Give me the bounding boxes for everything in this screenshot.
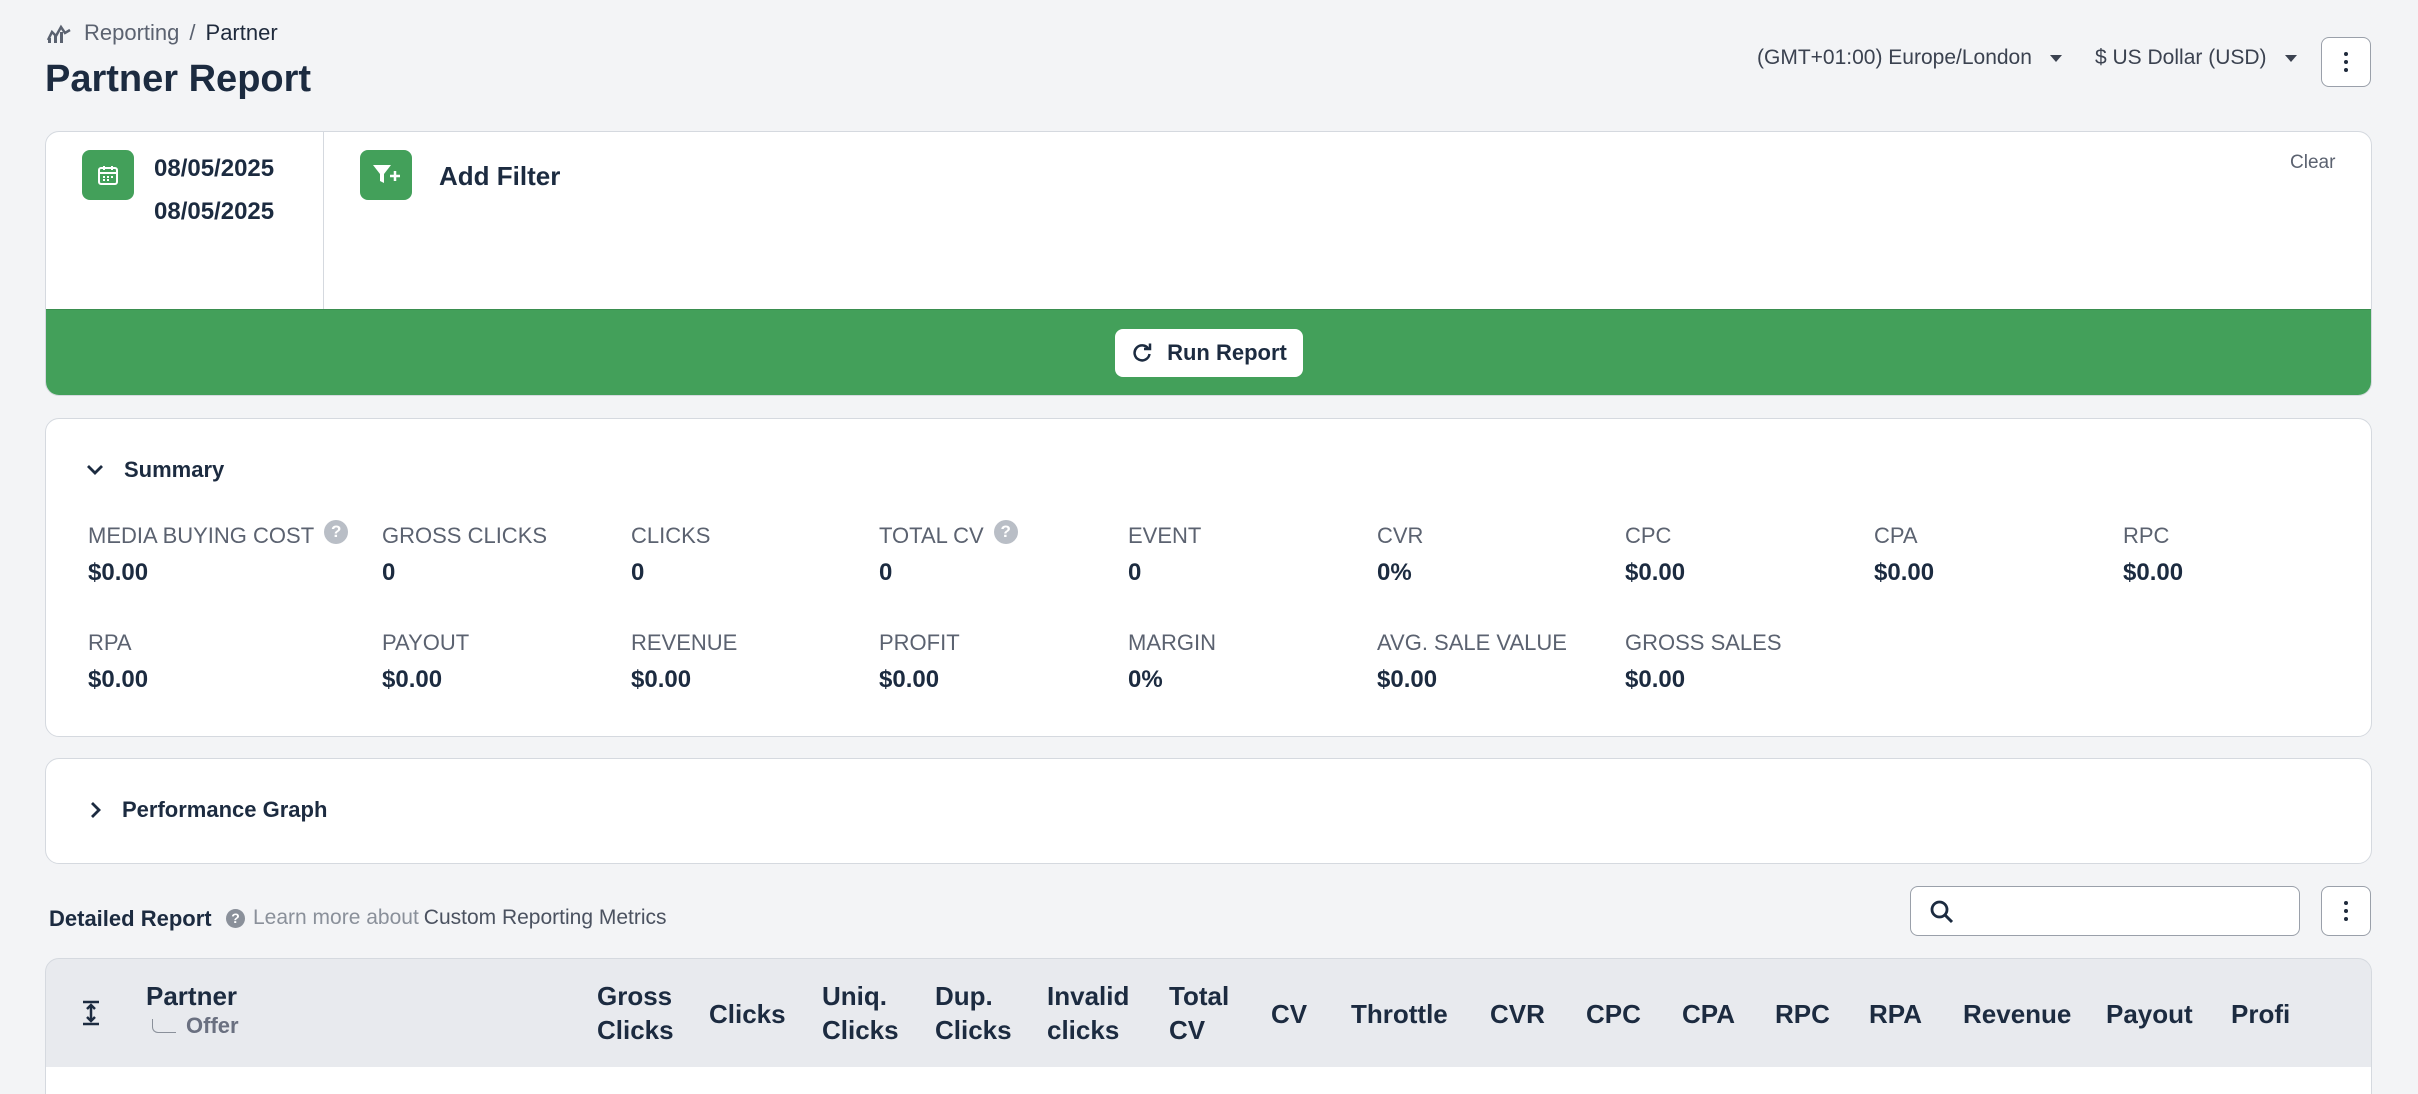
chevron-down-icon — [87, 465, 103, 475]
summary-toggle[interactable]: Summary — [86, 457, 224, 483]
run-report-label: Run Report — [1167, 340, 1287, 365]
refresh-icon — [1133, 343, 1152, 362]
metric-cpa: CPA $0.00 — [1874, 523, 1935, 586]
col-rpc[interactable]: RPC — [1775, 997, 1830, 1031]
col-uniq-clicks[interactable]: Uniq. Clicks — [822, 979, 899, 1047]
timezone-value: (GMT+01:00) Europe/London — [1757, 46, 2032, 69]
add-filter-button[interactable]: Add Filter — [439, 161, 560, 192]
search-input[interactable] — [1969, 895, 2289, 927]
currency-value: $ US Dollar (USD) — [2095, 46, 2267, 69]
performance-graph-toggle[interactable]: Performance Graph — [90, 797, 327, 823]
filter-panel: 08/05/2025 08/05/2025 Add Filter Clear R… — [45, 131, 2372, 396]
summary-panel: Summary MEDIA BUYING COST? $0.00 GROSS C… — [45, 418, 2372, 737]
metric-revenue: REVENUE $0.00 — [631, 630, 738, 693]
more-options-button[interactable] — [2321, 37, 2371, 87]
col-cpc[interactable]: CPC — [1586, 997, 1641, 1031]
performance-graph-panel: Performance Graph — [45, 758, 2372, 864]
col-revenue[interactable]: Revenue — [1963, 997, 2071, 1031]
table-options-button[interactable] — [2321, 886, 2371, 936]
performance-graph-title: Performance Graph — [122, 797, 328, 822]
help-icon[interactable]: ? — [324, 520, 349, 544]
timezone-select[interactable]: (GMT+01:00) Europe/London — [1757, 46, 2062, 70]
date-start: 08/05/2025 — [154, 155, 275, 182]
col-invalid-clicks[interactable]: Invalid clicks — [1047, 979, 1129, 1047]
filter-add-icon[interactable] — [360, 150, 412, 200]
reporting-chart-icon — [46, 24, 71, 43]
run-report-bar: Run Report — [46, 309, 2371, 395]
custom-metrics-link[interactable]: Custom Reporting Metrics — [424, 906, 667, 930]
col-profit[interactable]: Profi — [2231, 997, 2290, 1031]
col-throttle[interactable]: Throttle — [1351, 997, 1448, 1031]
metric-payout: PAYOUT $0.00 — [382, 630, 470, 693]
breadcrumb-current: Partner — [205, 20, 278, 45]
more-vertical-icon — [2344, 52, 2348, 56]
chevron-right-icon — [91, 802, 101, 818]
col-gross-clicks[interactable]: Gross Clicks — [597, 979, 674, 1047]
col-partner[interactable]: Partner — [146, 979, 237, 1013]
help-icon: ? — [226, 908, 245, 928]
metric-cpc: CPC $0.00 — [1625, 523, 1686, 586]
col-cpa[interactable]: CPA — [1682, 997, 1735, 1031]
metric-total-cv: TOTAL CV? 0 — [879, 520, 1018, 587]
detailed-report-title: Detailed Report — [49, 906, 212, 931]
breadcrumb-parent[interactable]: Reporting — [84, 20, 179, 46]
calendar-icon[interactable] — [82, 150, 134, 200]
metric-rpc: RPC $0.00 — [2123, 523, 2184, 586]
col-dup-clicks[interactable]: Dup. Clicks — [935, 979, 1012, 1047]
col-total-cv[interactable]: Total CV — [1169, 979, 1229, 1047]
breadcrumb-separator: / — [189, 20, 196, 45]
metric-rpa: RPA $0.00 — [88, 630, 149, 693]
metric-event: EVENT 0 — [1128, 523, 1202, 586]
metric-profit: PROFIT $0.00 — [879, 630, 960, 693]
table-search[interactable] — [1910, 886, 2300, 936]
metric-gross-sales: GROSS SALES $0.00 — [1625, 630, 1782, 693]
summary-title: Summary — [124, 457, 225, 482]
learn-more-text: ? Learn more about Custom Reporting Metr… — [226, 906, 667, 930]
metric-avg-sale-value: AVG. SALE VALUE $0.00 — [1377, 630, 1567, 693]
clear-button[interactable]: Clear — [2290, 152, 2335, 174]
caret-down-icon — [2284, 54, 2297, 62]
col-cvr[interactable]: CVR — [1490, 997, 1545, 1031]
metric-clicks: CLICKS 0 — [631, 523, 711, 586]
more-vertical-icon — [2344, 901, 2348, 905]
expand-rows-icon[interactable] — [80, 999, 102, 1027]
col-clicks[interactable]: Clicks — [709, 997, 786, 1031]
page-title: Partner Report — [45, 58, 312, 100]
help-icon[interactable]: ? — [993, 520, 1018, 544]
col-cv[interactable]: CV — [1271, 997, 1307, 1031]
breadcrumb: Reporting / Partner — [46, 20, 278, 46]
search-icon — [1930, 900, 1954, 924]
date-end: 08/05/2025 — [154, 198, 275, 225]
col-payout[interactable]: Payout — [2106, 997, 2193, 1031]
run-report-button[interactable]: Run Report — [1115, 329, 1303, 377]
metric-media-buying-cost: MEDIA BUYING COST? $0.00 — [88, 520, 349, 587]
date-range-picker[interactable]: 08/05/2025 08/05/2025 — [46, 132, 324, 309]
caret-down-icon — [2049, 54, 2062, 62]
col-rpa[interactable]: RPA — [1869, 997, 1922, 1031]
table-header: Partner Offer Gross Clicks Clicks Uniq. Cl… — [45, 958, 2372, 1068]
currency-select[interactable]: $ US Dollar (USD) — [2095, 46, 2297, 70]
metric-cvr: CVR 0% — [1377, 523, 1424, 586]
table-body — [45, 1067, 2372, 1094]
metric-gross-clicks: GROSS CLICKS 0 — [382, 523, 548, 586]
metric-margin: MARGIN 0% — [1128, 630, 1216, 693]
col-offer-sub: Offer — [152, 1013, 239, 1039]
